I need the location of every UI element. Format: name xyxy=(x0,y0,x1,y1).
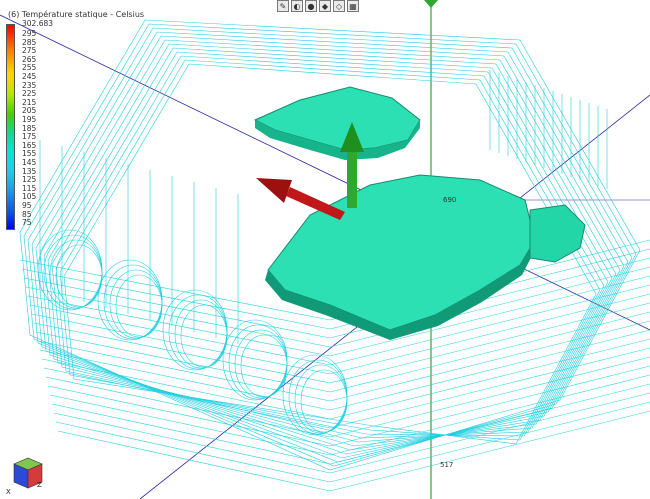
grid-icon[interactable]: ▦ xyxy=(347,0,359,12)
fan-outline xyxy=(97,259,163,341)
legend-tick: 275 xyxy=(22,46,37,56)
legend-tick: 295 xyxy=(22,29,37,38)
legend-tick: 95 xyxy=(22,201,32,210)
fan-outline xyxy=(300,369,348,433)
fan-outline xyxy=(162,289,228,371)
render-mode-icon[interactable]: ◇ xyxy=(333,0,345,12)
view-indicator[interactable] xyxy=(424,0,438,8)
light-icon[interactable]: ◆ xyxy=(319,0,331,12)
legend-tick: 195 xyxy=(22,115,37,124)
legend-tick: 125 xyxy=(22,175,37,185)
legend-tick: 75 xyxy=(22,218,32,228)
heated-component-top[interactable] xyxy=(253,86,421,160)
fan-outline xyxy=(49,239,103,309)
fan-outline xyxy=(109,269,163,339)
fan-outline xyxy=(37,229,103,311)
legend-tick: 175 xyxy=(22,132,37,142)
orientation-cube[interactable]: Z X xyxy=(2,456,46,496)
color-scale-bar xyxy=(6,24,15,230)
view-toolbar: ✎ ◐ ● ◆ ◇ ▦ xyxy=(277,0,359,14)
legend-tick: 225 xyxy=(22,89,37,99)
legend-tick: 145 xyxy=(22,158,37,167)
readout-top: 690 xyxy=(443,196,457,204)
move-handle-red[interactable] xyxy=(256,178,345,220)
edit-icon[interactable]: ✎ xyxy=(277,0,289,12)
sphere-icon[interactable]: ● xyxy=(305,0,317,12)
legend-tick: 245 xyxy=(22,72,37,81)
readout-bottom: 517 xyxy=(440,461,454,469)
legend-title: (6) Température statique - Celsius xyxy=(8,10,145,19)
wire-segment xyxy=(55,401,650,483)
temperature-legend: (6) Température statique - Celsius 302.6… xyxy=(0,0,144,240)
triad-z-label: Z xyxy=(37,481,42,489)
shading-icon[interactable]: ◐ xyxy=(291,0,303,12)
triad-x-label: X xyxy=(6,488,11,496)
legend-max-label: 302.683 xyxy=(22,19,54,28)
